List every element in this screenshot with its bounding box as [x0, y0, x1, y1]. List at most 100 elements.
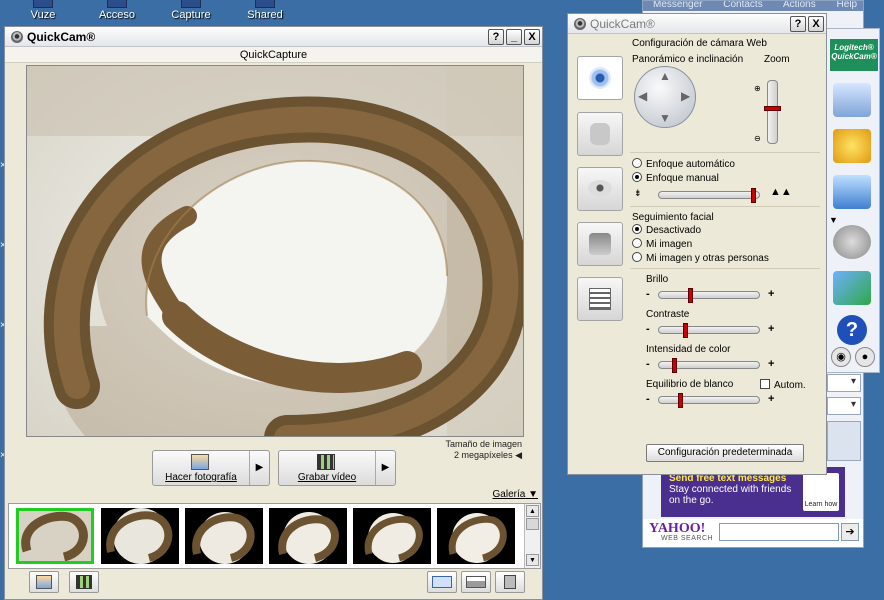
desktop-icon-vuze[interactable]: Vuze [8, 0, 78, 21]
quickcapture-label: QuickCapture [5, 47, 542, 63]
main-title-bar[interactable]: QuickCam® ? _ X [5, 27, 542, 47]
contrast-slider-knob[interactable] [683, 323, 688, 338]
show-photos-button[interactable] [29, 571, 59, 593]
minimize-button[interactable]: _ [506, 29, 522, 45]
expand-arrow-icon[interactable]: ▼ [829, 215, 838, 225]
focus-slider[interactable] [658, 188, 760, 203]
white-balance-slider-knob[interactable] [678, 393, 683, 408]
video-effects-masks-icon[interactable] [833, 129, 871, 163]
scroll-up-arrow-icon[interactable]: ▲ [526, 505, 539, 517]
zoom-out-icon: ⊖ [754, 134, 761, 143]
plus-sign: + [768, 393, 775, 405]
email-button[interactable] [427, 571, 457, 593]
video-call-icon[interactable] [833, 175, 871, 209]
white-balance-slider[interactable] [658, 393, 760, 408]
tab-webcam-settings[interactable] [577, 56, 623, 100]
help-button[interactable]: ? [790, 16, 806, 32]
gallery-thumbnail-selected[interactable] [16, 508, 94, 564]
face-tracking-me-others-radio[interactable]: Mi imagen y otras personas [632, 252, 769, 264]
face-icon [589, 233, 611, 255]
pan-right-icon[interactable]: ▶ [681, 89, 690, 103]
delete-button[interactable] [495, 571, 525, 593]
menu-actions[interactable]: Actions [783, 1, 816, 10]
tab-advanced-settings[interactable] [577, 277, 623, 321]
color-intensity-slider-knob[interactable] [672, 358, 677, 373]
print-button[interactable] [461, 571, 491, 593]
search-go-button[interactable]: ➔ [841, 523, 859, 541]
focus-slider-knob[interactable] [751, 188, 756, 203]
window-title: QuickCam® [27, 30, 96, 44]
camera-settings-icon[interactable]: ◉ [831, 347, 851, 367]
gears-settings-icon[interactable] [833, 225, 871, 259]
help-button[interactable]: ? [488, 29, 504, 45]
logitech-logo: Logitech® QuickCam® [830, 39, 878, 71]
contrast-slider[interactable] [658, 323, 760, 338]
reset-defaults-button[interactable]: Configuración predeterminada [646, 444, 804, 462]
tab-eye-tracking[interactable] [577, 167, 623, 211]
color-intensity-slider[interactable] [658, 358, 760, 373]
webcam-icon [589, 67, 611, 89]
thumbnail-image [106, 508, 173, 564]
settings-title-bar[interactable]: QuickCam® ? X [568, 14, 826, 34]
plus-sign: + [768, 358, 775, 370]
face-tracking-me-radio[interactable]: Mi imagen [632, 238, 692, 250]
learn-how-button[interactable]: Learn how [803, 473, 839, 511]
pan-tilt-control[interactable]: ▲ ▼ ◀ ▶ [634, 66, 696, 128]
minus-sign: - [646, 323, 650, 335]
face-tracking-title: Seguimiento facial [632, 212, 714, 223]
menu-help[interactable]: Help [837, 1, 858, 10]
close-button[interactable]: X [524, 29, 540, 45]
tilt-down-icon[interactable]: ▼ [659, 111, 671, 125]
tilt-up-icon[interactable]: ▲ [659, 69, 671, 83]
gallery-scrollbar[interactable]: ▲ ▼ [524, 504, 540, 568]
thumbnail-image [278, 512, 339, 564]
image-size-info[interactable]: Tamaño de imagen 2 megapíxeles ◀ [445, 439, 522, 461]
gallery-thumbnail[interactable] [185, 508, 263, 564]
menu-messenger[interactable]: Messenger [653, 1, 702, 10]
quickcapture-icon[interactable] [833, 83, 871, 117]
brightness-slider-knob[interactable] [688, 288, 693, 303]
gallery-toggle[interactable]: Galería ▼ [493, 489, 538, 500]
list-settings-icon [589, 288, 611, 310]
gallery-thumbnail[interactable] [353, 508, 431, 564]
live-preview-image [26, 65, 524, 437]
scroll-down-arrow-icon[interactable]: ▼ [526, 554, 539, 566]
gallery-thumbnail[interactable] [269, 508, 347, 564]
brightness-slider[interactable] [658, 288, 760, 303]
close-button[interactable]: X [808, 16, 824, 32]
shortcut-icon [107, 0, 127, 8]
plus-sign: + [768, 323, 775, 335]
focus-auto-radio[interactable]: Enfoque automático [632, 158, 735, 170]
tab-audio[interactable] [577, 112, 623, 156]
white-balance-auto-checkbox[interactable]: Autom. [760, 379, 806, 391]
zoom-slider[interactable] [764, 80, 781, 144]
gallery-thumbnail[interactable] [437, 508, 515, 564]
desktop-icon-shared[interactable]: Shared [230, 0, 300, 21]
help-icon[interactable]: ? [837, 315, 867, 345]
menu-contacts[interactable]: Contacts [723, 1, 762, 10]
messenger-menubar: Messenger Contacts Actions Help [643, 1, 863, 11]
panel-title: Configuración de cámara Web [632, 38, 767, 49]
minus-sign: - [646, 393, 650, 405]
show-videos-button[interactable] [69, 571, 99, 593]
messenger-dropdown[interactable] [827, 397, 861, 415]
video-options-arrow[interactable]: ▶ [375, 451, 395, 485]
desktop-icon-acceso[interactable]: Acceso [82, 0, 152, 21]
contrast-label: Contraste [646, 309, 690, 320]
tab-avatar[interactable] [577, 222, 623, 266]
focus-manual-radio[interactable]: Enfoque manual [632, 172, 719, 184]
record-icon[interactable]: ● [855, 347, 875, 367]
pan-left-icon[interactable]: ◀ [638, 89, 647, 103]
photo-options-arrow[interactable]: ▶ [249, 451, 269, 485]
trash-icon [504, 575, 516, 589]
face-tracking-off-radio[interactable]: Desactivado [632, 224, 701, 236]
take-photo-button[interactable]: Hacer fotografía ▶ [152, 450, 270, 486]
record-video-button[interactable]: Grabar vídeo ▶ [278, 450, 396, 486]
yahoo-search-input[interactable] [719, 523, 839, 541]
gallery-thumbnail[interactable] [101, 508, 179, 564]
zoom-slider-knob[interactable] [764, 106, 781, 112]
messenger-dropdown[interactable] [827, 374, 861, 392]
desktop-icon-capture[interactable]: Capture [156, 0, 226, 21]
scroll-thumb[interactable] [526, 518, 539, 530]
share-people-icon[interactable] [833, 271, 871, 305]
